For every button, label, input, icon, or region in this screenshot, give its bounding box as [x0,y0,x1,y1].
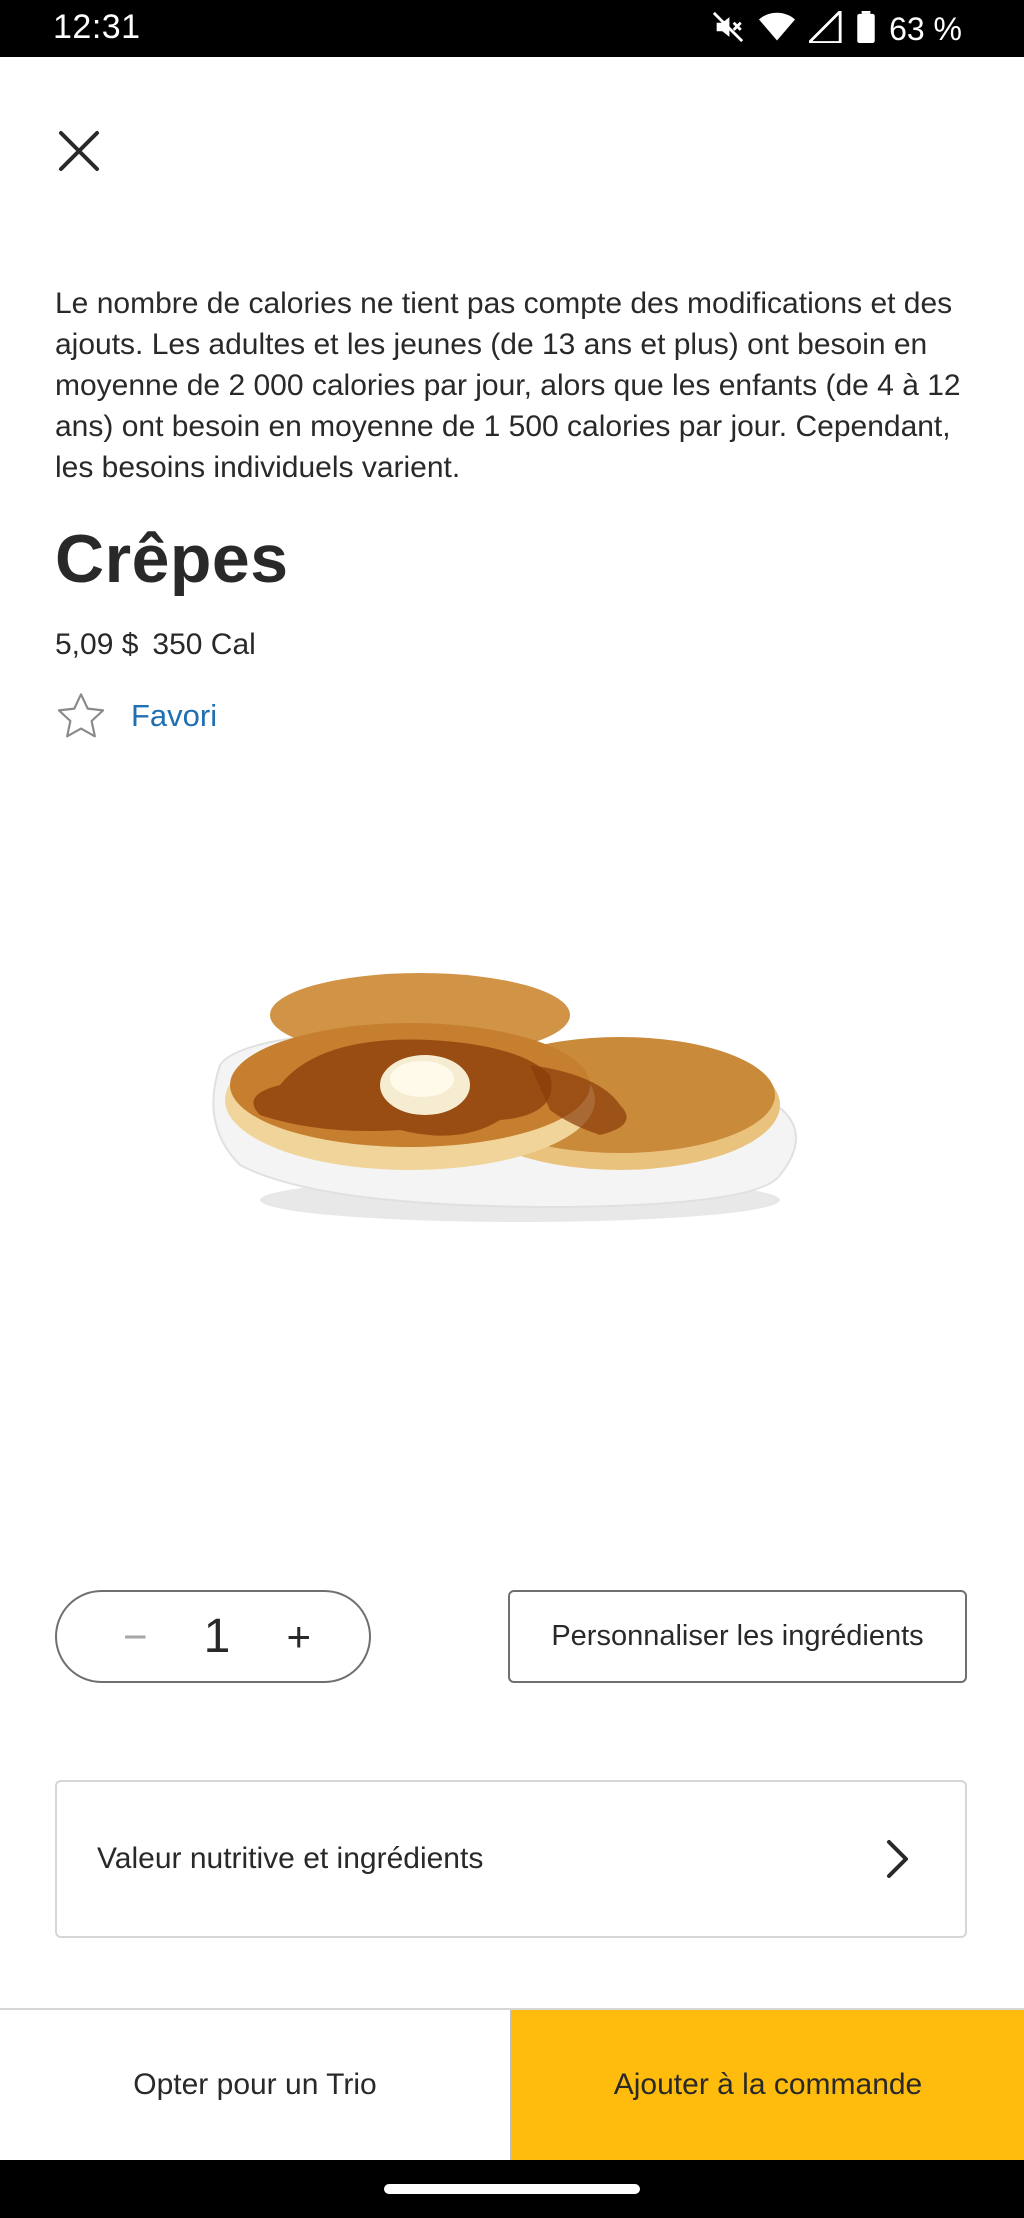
customize-ingredients-button[interactable]: Personnaliser les ingrédients [508,1590,967,1683]
product-price: 5,09 $ [55,628,139,661]
bottom-action-bar: Opter pour un Trio Ajouter à la commande [0,2008,1024,2160]
status-icons: 63 % [711,7,962,49]
star-icon [57,693,105,738]
chevron-right-icon [887,1840,908,1878]
nutrition-ingredients-row[interactable]: Valeur nutritive et ingrédients [55,1780,967,1938]
system-nav-bar [0,2160,1024,2218]
price-calories-row: 5,09 $ 350 Cal [55,628,256,662]
favorite-label: Favori [131,698,218,733]
signal-icon [805,7,843,48]
battery-percent: 63 % [889,10,962,47]
nutrition-label: Valeur nutritive et ingrédients [97,1842,484,1875]
home-indicator[interactable] [384,2184,640,2194]
add-to-order-button[interactable]: Ajouter à la commande [512,2010,1024,2160]
mute-icon [711,10,745,49]
close-icon [59,131,99,171]
favorite-button[interactable]: Favori [55,690,217,742]
quantity-stepper: − 1 + [55,1590,371,1683]
calorie-disclaimer: Le nombre de calories ne tient pas compt… [55,287,961,484]
make-it-a-meal-button[interactable]: Opter pour un Trio [0,2010,512,2160]
status-bar: 12:31 63 % [0,0,1024,57]
decrease-quantity-button[interactable]: − [123,1615,148,1658]
wifi-icon [759,11,796,48]
close-button[interactable] [50,122,108,180]
increase-quantity-button[interactable]: + [286,1615,311,1658]
status-time: 12:31 [53,8,141,46]
product-title: Crêpes [55,521,289,597]
battery-icon [857,10,875,48]
pancakes-image [200,945,830,1245]
product-calories: 350 Cal [152,628,256,661]
quantity-value: 1 [203,1610,231,1663]
